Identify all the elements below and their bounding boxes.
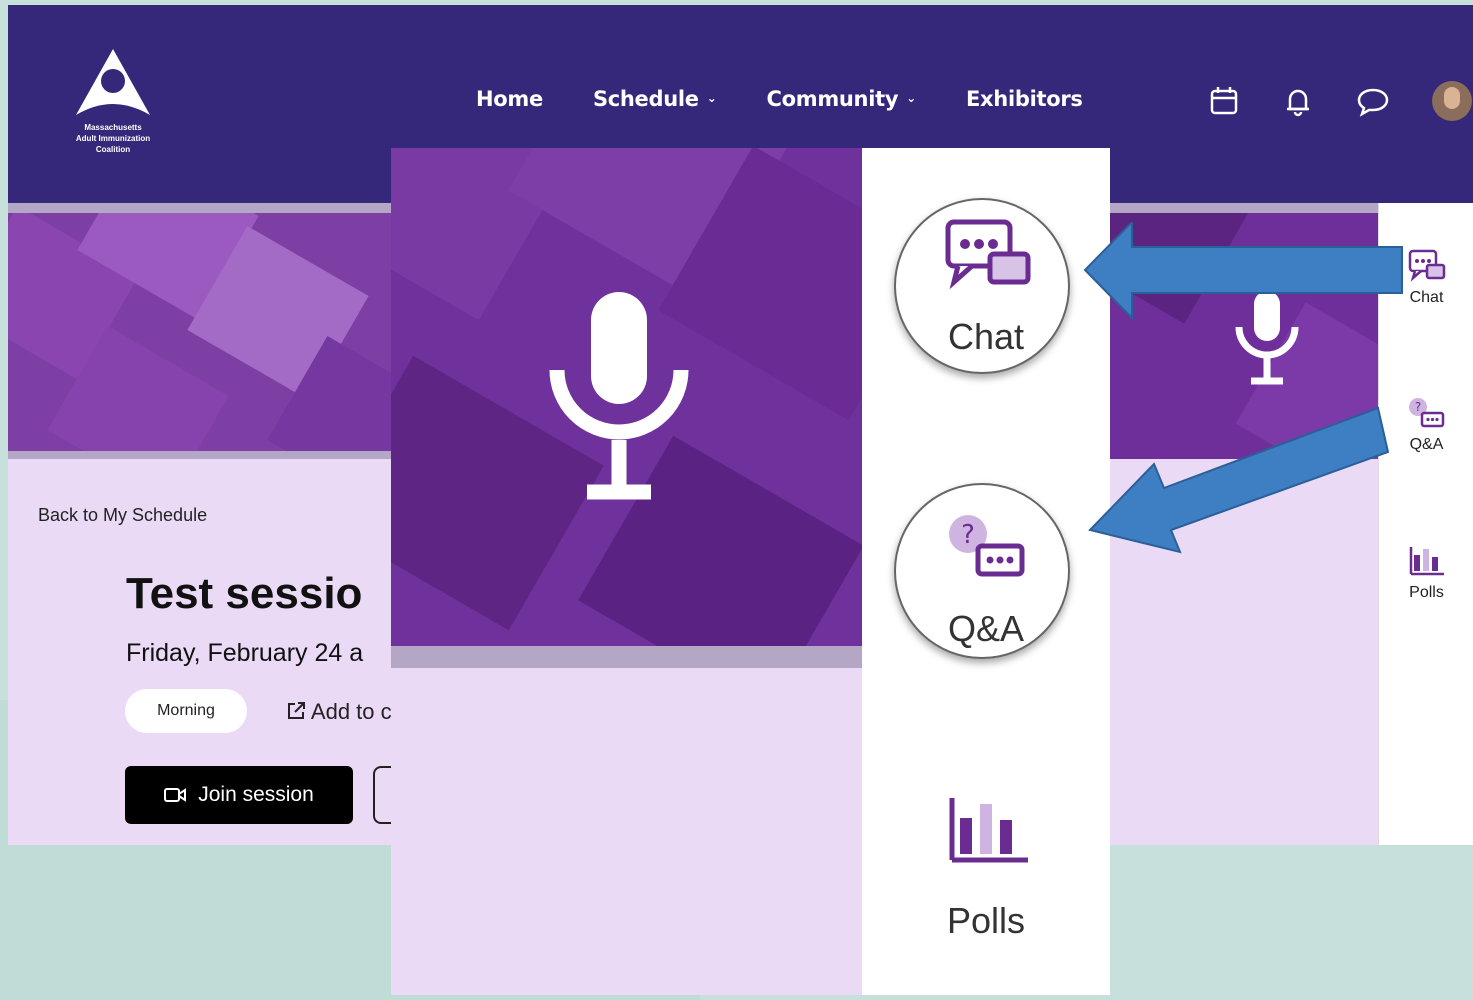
nav-community[interactable]: Community ⌄ bbox=[767, 87, 917, 111]
zoomed-content bbox=[391, 668, 862, 995]
bell-icon[interactable] bbox=[1282, 85, 1314, 117]
callout-arrow-qa bbox=[1088, 406, 1390, 554]
zoomed-qa-label: Q&A bbox=[947, 608, 1025, 649]
zoomed-chat-label: Chat bbox=[947, 316, 1025, 357]
callout-arrow-chat bbox=[1083, 222, 1403, 321]
session-title: Test sessio bbox=[126, 569, 363, 618]
zoomed-sidebar: Chat ? Q&A Polls bbox=[862, 148, 1110, 995]
session-date: Friday, February 24 a bbox=[126, 639, 364, 667]
question-answer-icon: ? bbox=[1408, 398, 1444, 428]
add-to-calendar-link[interactable]: Add to c bbox=[286, 699, 392, 725]
question-answer-icon[interactable]: ? bbox=[944, 510, 1034, 586]
calendar-icon[interactable] bbox=[1208, 85, 1240, 117]
banner-divider bbox=[8, 451, 393, 459]
logo-text: Massachusetts Adult Immunization Coaliti… bbox=[75, 123, 151, 154]
polls-icon bbox=[1409, 547, 1444, 576]
logo-icon bbox=[76, 49, 150, 115]
back-link[interactable]: Back to My Schedule bbox=[38, 505, 207, 526]
microphone-icon bbox=[549, 292, 689, 500]
join-session-button[interactable]: Join session bbox=[125, 766, 353, 824]
zoomed-divider bbox=[391, 646, 862, 668]
external-link-icon bbox=[288, 702, 305, 719]
video-camera-icon bbox=[164, 788, 187, 802]
session-tag[interactable]: Morning bbox=[125, 689, 247, 733]
session-details: Back to My Schedule Test sessio Friday, … bbox=[8, 459, 403, 845]
polls-icon[interactable] bbox=[944, 790, 1034, 866]
zoomed-polls-label: Polls bbox=[946, 900, 1026, 941]
zoomed-banner bbox=[391, 148, 862, 646]
chat-icon[interactable] bbox=[944, 218, 1034, 294]
chevron-down-icon: ⌄ bbox=[906, 91, 916, 105]
session-banner bbox=[8, 213, 393, 451]
nav-schedule[interactable]: Schedule ⌄ bbox=[593, 87, 717, 111]
svg-text:?: ? bbox=[961, 520, 975, 550]
zoomed-overlay: Chat ? Q&A Polls bbox=[391, 148, 1110, 995]
svg-text:?: ? bbox=[1414, 400, 1420, 414]
nav-home[interactable]: Home bbox=[476, 87, 543, 111]
chat-icon bbox=[1408, 249, 1445, 282]
logo[interactable]: Massachusetts Adult Immunization Coaliti… bbox=[58, 47, 168, 162]
user-avatar[interactable] bbox=[1432, 81, 1472, 121]
chat-bubble-icon[interactable] bbox=[1356, 85, 1390, 117]
nav-exhibitors[interactable]: Exhibitors bbox=[966, 87, 1083, 111]
nav-icons bbox=[1208, 81, 1472, 121]
chevron-down-icon: ⌄ bbox=[706, 91, 717, 105]
nav-links: Home Schedule ⌄ Community ⌄ Exhibitors bbox=[476, 87, 1083, 111]
